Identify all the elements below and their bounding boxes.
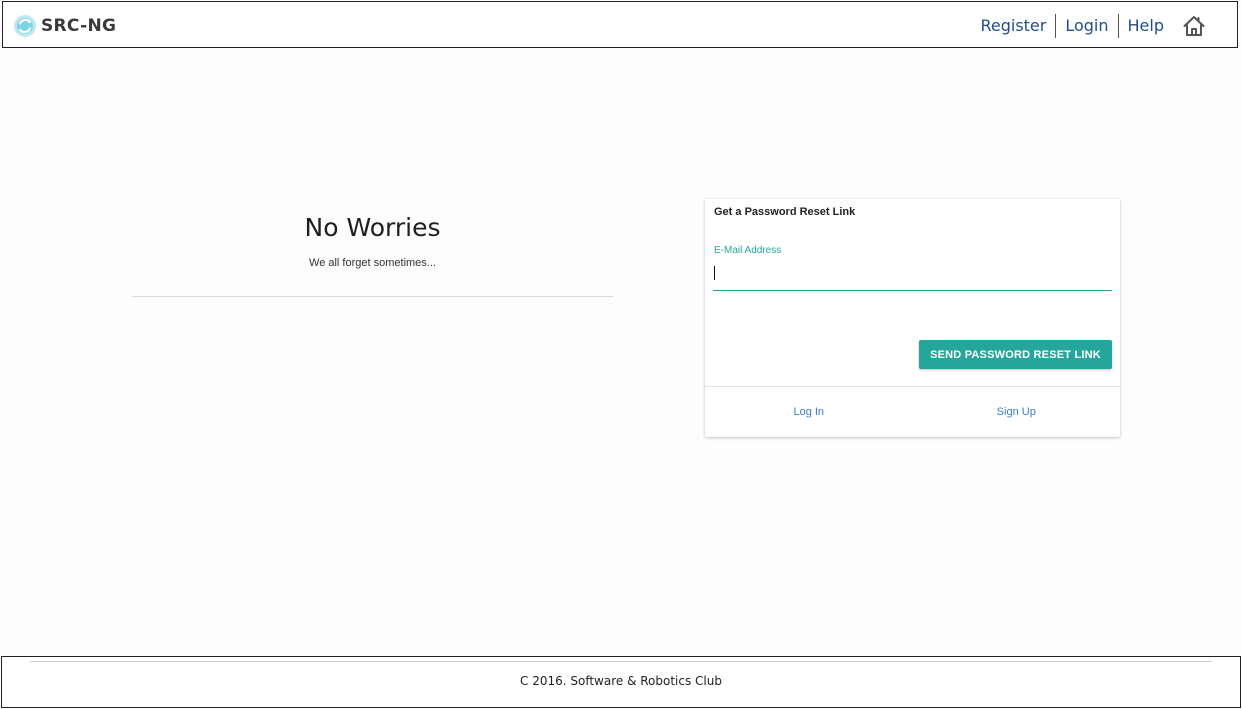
brand[interactable]: SRC-NG	[13, 13, 116, 39]
page-subtitle: We all forget sometimes...	[309, 257, 436, 269]
copyright-text: C 2016. Software & Robotics Club	[520, 674, 722, 688]
refresh-globe-icon	[14, 15, 36, 37]
login-link[interactable]: Login	[1056, 14, 1117, 38]
card-actions: Log In Sign Up	[705, 387, 1120, 437]
text-caret	[714, 266, 715, 280]
footer-divider	[30, 661, 1212, 662]
card-title: Get a Password Reset Link	[714, 206, 856, 218]
hero-panel: No Worries We all forget sometimes...	[132, 208, 613, 297]
password-reset-card: Get a Password Reset Link E-Mail Address…	[705, 199, 1120, 437]
home-button[interactable]	[1181, 13, 1207, 39]
email-field[interactable]	[713, 261, 1112, 291]
help-link[interactable]: Help	[1119, 14, 1173, 38]
sign-up-link[interactable]: Sign Up	[913, 387, 1121, 437]
register-link[interactable]: Register	[971, 14, 1055, 38]
log-in-link[interactable]: Log In	[705, 387, 913, 437]
home-icon	[1183, 16, 1205, 36]
top-navbar: SRC-NG Register Login Help	[2, 1, 1238, 48]
footer: C 2016. Software & Robotics Club	[1, 656, 1241, 708]
nav-links: Register Login Help	[971, 13, 1207, 39]
hero-divider	[132, 296, 613, 297]
email-label: E-Mail Address	[714, 245, 782, 256]
send-reset-link-button[interactable]: SEND PASSWORD RESET LINK	[919, 340, 1112, 369]
brand-name: SRC-NG	[41, 16, 117, 36]
page-title: No Worries	[304, 213, 441, 242]
